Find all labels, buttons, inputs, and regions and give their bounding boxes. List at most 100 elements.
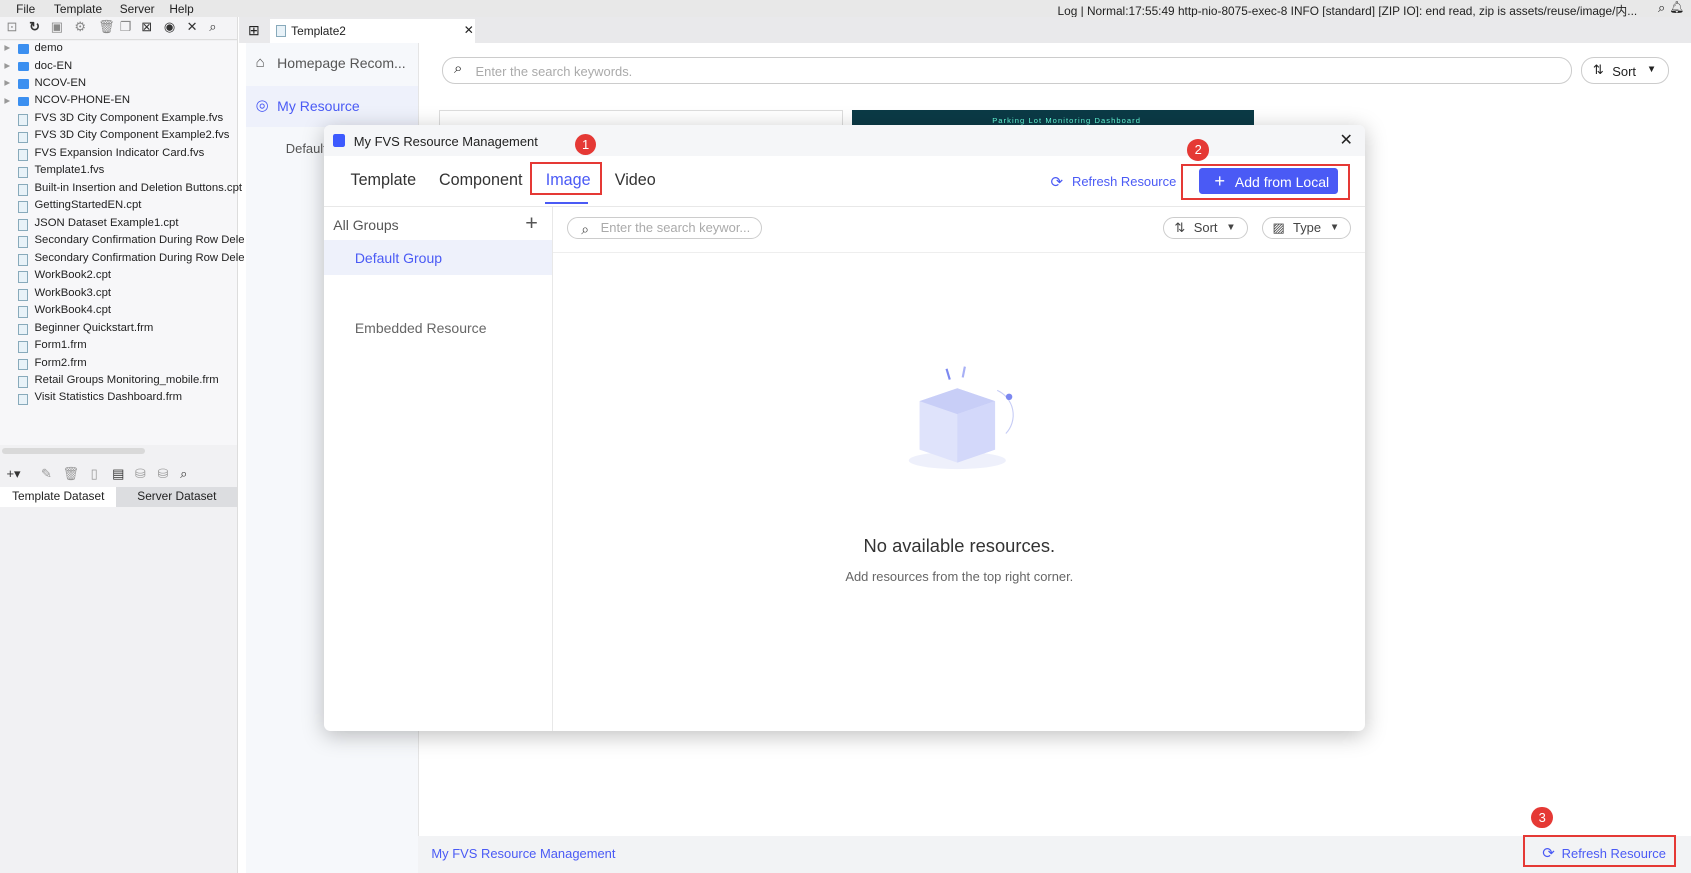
file-icon	[18, 253, 28, 266]
menu-template[interactable]: Template	[54, 2, 102, 16]
sidebar-label: Homepage Recom...	[277, 55, 406, 72]
sort-button[interactable]: ⇅ Sort ▼	[1162, 216, 1248, 240]
sort-label: Sort	[1193, 219, 1218, 235]
close-icon[interactable]: ✕	[1339, 130, 1353, 150]
dialog-header: My FVS Resource Management ✕	[323, 125, 1366, 157]
file-icon	[18, 393, 28, 406]
collapse-icon[interactable]: ✕	[187, 19, 198, 35]
sort-label: Sort	[1612, 63, 1636, 79]
refresh-icon[interactable]: ↻	[29, 19, 40, 35]
sort-button[interactable]: ⇅ Sort ▼	[1581, 57, 1670, 84]
image-icon: ▨	[1272, 219, 1285, 235]
bottom-bar: My FVS Resource Management ⟳ Refresh Res…	[418, 835, 1691, 873]
close-icon[interactable]: ✕	[464, 23, 474, 37]
file-icon	[18, 323, 28, 336]
file-icon	[18, 166, 28, 179]
active-tab-indicator	[544, 201, 588, 204]
refresh-resource-button[interactable]: Refresh Resource	[1072, 174, 1176, 189]
tab-component[interactable]: Component	[439, 171, 523, 190]
sidebar-item-homepage[interactable]: ⌂ Homepage Recom...	[246, 43, 419, 84]
template-toolbar: ⊡ ↻ ▣ ⚙ 🗑︎ ❐ ⊠ ◉ ✕ ⌕	[0, 17, 238, 40]
group-default[interactable]: Default Group	[323, 240, 553, 275]
delete-icon[interactable]: 🗑︎	[98, 19, 114, 35]
menu-file[interactable]: File	[16, 2, 35, 16]
search-icon[interactable]: ⌕	[180, 466, 187, 482]
horizontal-scrollbar[interactable]	[2, 447, 145, 455]
caret-down-icon: ▼	[1646, 63, 1657, 75]
expand-arrow-icon[interactable]: ▶	[4, 61, 10, 70]
preview-icon[interactable]: ▯	[91, 466, 98, 482]
tab-server-dataset[interactable]: Server Dataset	[116, 487, 238, 507]
new-folder-icon[interactable]: ⊡	[6, 19, 17, 35]
tree-label: doc-EN	[34, 59, 73, 72]
settings-icon[interactable]: ⚙	[74, 19, 86, 35]
tab-label: Template2	[291, 23, 346, 38]
file-icon	[18, 149, 28, 161]
lock-icon[interactable]: ⊠	[141, 19, 152, 35]
editor-tab-bar: ⊞ Template2 ✕	[239, 17, 1691, 44]
sidebar-item-my-resource[interactable]: ◎ My Resource	[245, 86, 419, 128]
file-icon	[18, 236, 28, 249]
tab-template-dataset[interactable]: Template Dataset	[0, 487, 117, 507]
resource-management-link[interactable]: My FVS Resource Management	[431, 846, 615, 861]
edit-icon[interactable]: ✎	[41, 466, 52, 482]
expand-arrow-icon[interactable]: ▶	[4, 78, 10, 87]
new-tab-icon[interactable]: ⊞	[248, 22, 260, 39]
sidebar-label: My Resource	[277, 98, 360, 115]
all-groups-label: All Groups	[333, 216, 399, 233]
search-icon[interactable]: ⌕	[1658, 0, 1665, 16]
dataset-toolbar: +▾ ✎ 🗑︎ ▯ ▤ ⛁ ⛁ ⌕	[0, 464, 237, 483]
tree-label: FVS 3D City Component Example2.fvs	[34, 129, 230, 142]
expand-arrow-icon[interactable]: ▶	[4, 43, 10, 52]
tab-template[interactable]: Template	[351, 171, 417, 190]
search-icon: ⌕	[453, 60, 463, 78]
search-placeholder: Enter the search keywor...	[600, 219, 751, 235]
delete-icon[interactable]: 🗑︎	[63, 466, 79, 482]
tree-label: Retail Groups Monitoring_mobile.frm	[34, 374, 219, 386]
copy-icon[interactable]: ❐	[120, 19, 132, 35]
file-icon	[18, 131, 28, 144]
tree-label: FVS 3D City Component Example.fvs	[34, 111, 224, 124]
annotation-box-2	[1180, 163, 1351, 200]
group-label: Default Group	[354, 250, 443, 267]
menu-help[interactable]: Help	[169, 2, 193, 16]
file-icon	[18, 376, 28, 388]
divider	[553, 252, 1366, 254]
menu-server[interactable]: Server	[120, 2, 155, 16]
bell-icon[interactable]: 🔔︎	[1670, 0, 1685, 14]
database-icon[interactable]: ⛁	[135, 466, 146, 482]
tree-label: Secondary Confirmation During Row Dele	[34, 234, 245, 247]
menu-bar: File Template Server Help Log | Normal:1…	[0, 0, 1691, 18]
search-icon: ⌕	[581, 220, 590, 237]
group-embedded[interactable]: Embedded Resource	[324, 311, 553, 346]
add-icon[interactable]: +▾	[6, 466, 20, 482]
resource-search-input[interactable]: ⌕ Enter the search keywor...	[567, 216, 763, 240]
tree-label: Visit Statistics Dashboard.frm	[34, 391, 183, 404]
group-panel: All Groups + Default Group Embedded Reso…	[323, 205, 554, 732]
add-group-icon[interactable]: +	[525, 210, 538, 236]
tree-label: Beginner Quickstart.frm	[34, 321, 154, 334]
tab-video[interactable]: Video	[615, 171, 656, 190]
sidebar-label: Default	[285, 141, 327, 157]
type-filter-button[interactable]: ▨ Type ▼	[1261, 216, 1352, 240]
template-tree: ▶ demo ▶ doc-EN ▶ NCOV-EN ▶ NCOV-PHONE-EN FVS 3D…	[0, 40, 245, 446]
refresh-icon[interactable]: ⟳	[1050, 173, 1063, 191]
tab-template2[interactable]: Template2 ✕	[269, 19, 475, 44]
file-icon	[18, 201, 28, 214]
caret-down-icon: ▼	[1329, 221, 1340, 233]
dataset-icon[interactable]: ▤	[112, 466, 124, 482]
edit-icon[interactable]: ▣	[51, 19, 63, 35]
locate-icon[interactable]: ◉	[164, 19, 175, 35]
resource-pane: ⌕ Enter the search keywor... ⇅ Sort ▼ ▨ Type…	[553, 205, 1366, 731]
search-input[interactable]: ⌕ Enter the search keywords.	[442, 57, 1573, 84]
tree-label: Built-in Insertion and Deletion Buttons.…	[34, 181, 243, 194]
database-icon[interactable]: ⛁	[157, 466, 168, 482]
search-icon[interactable]: ⌕	[209, 19, 216, 35]
tree-label: WorkBook3.cpt	[34, 286, 112, 299]
file-icon	[18, 271, 28, 284]
expand-arrow-icon[interactable]: ▶	[4, 96, 10, 105]
empty-state-title: No available resources.	[863, 534, 1056, 556]
file-icon	[18, 183, 28, 196]
annotation-badge-3: 3	[1531, 806, 1554, 829]
empty-state-subtitle: Add resources from the top right corner.	[845, 569, 1074, 585]
